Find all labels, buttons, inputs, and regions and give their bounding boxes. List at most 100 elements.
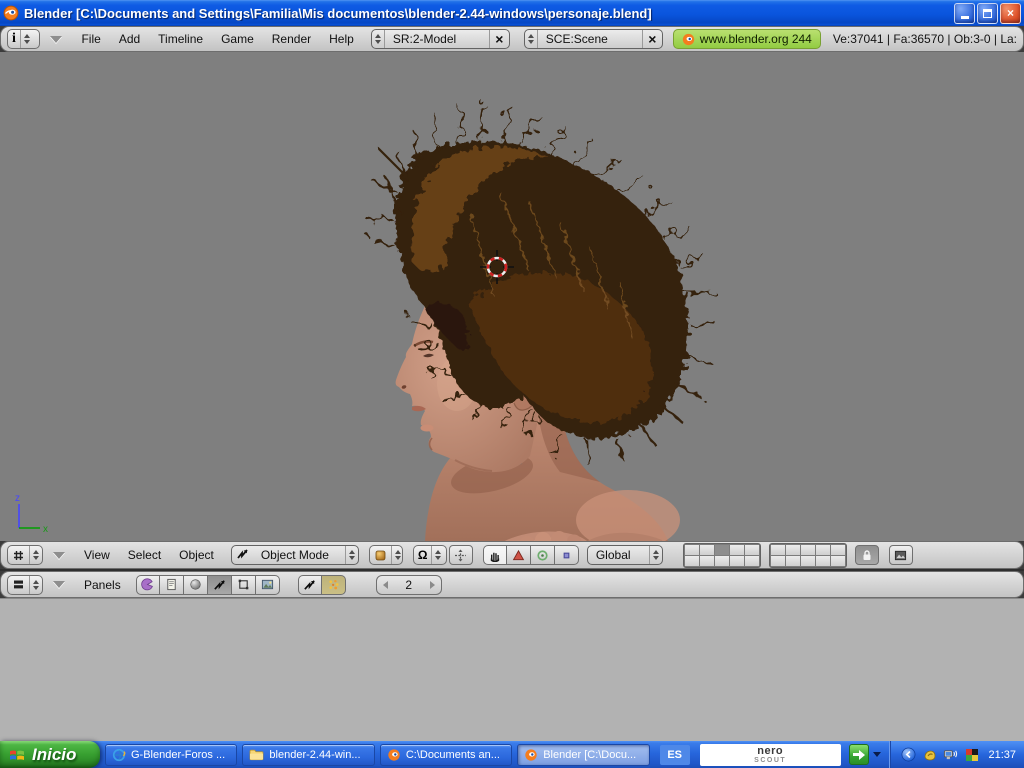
object-context-icon [213, 578, 226, 591]
start-button[interactable]: Inicio [0, 741, 100, 768]
task-button-blender-active[interactable]: Blender [C:\Docu... [517, 744, 649, 766]
tray-icon-network[interactable] [943, 747, 959, 763]
go-button[interactable] [849, 744, 869, 765]
view3d-window-type-button[interactable] [7, 545, 43, 565]
frame-decrement-icon[interactable] [383, 581, 388, 589]
blender-task-icon [524, 748, 538, 762]
language-indicator[interactable]: ES [660, 745, 690, 765]
task-label: C:\Documents an... [406, 749, 500, 761]
script-context-button[interactable] [160, 575, 184, 595]
logic-context-button[interactable] [136, 575, 160, 595]
minimize-button[interactable] [954, 3, 975, 24]
axis-x-label: x [43, 524, 48, 535]
nero-scout-text: SCOUT [754, 757, 786, 764]
shading-context-button[interactable] [184, 575, 208, 595]
internet-explorer-icon [112, 748, 126, 762]
panels-label[interactable]: Panels [75, 578, 130, 592]
task-button-folder[interactable]: blender-2.44-win... [242, 744, 374, 766]
layer-buttons-group-1[interactable] [683, 543, 761, 568]
task-button-explorer-blender[interactable]: C:\Documents an... [380, 744, 512, 766]
blender-menubar: i File Add Timeline Game Render Help SR:… [0, 26, 1024, 52]
menu-timeline[interactable]: Timeline [149, 32, 212, 46]
collapse-menus-icon[interactable] [50, 36, 62, 43]
blender-logo-icon [3, 5, 19, 21]
mode-dropdown[interactable]: Object Mode [231, 545, 359, 565]
task-label: Blender [C:\Docu... [543, 749, 636, 761]
scale-manipulator-button[interactable] [555, 545, 579, 565]
tray-icon-gold[interactable] [922, 747, 938, 763]
blender-version-badge[interactable]: www.blender.org 244 [673, 29, 821, 49]
scene-icon [261, 578, 274, 591]
buttons-collapse-icon[interactable] [53, 581, 65, 588]
orientation-value: Global [588, 548, 649, 562]
scene-stats: Ve:37041 | Fa:36570 | Ob:3-0 | La: [833, 32, 1017, 46]
editing-context-button[interactable] [232, 575, 256, 595]
axis-z-label: z [15, 493, 20, 504]
buttons-window-type-button[interactable] [7, 575, 43, 595]
object-context-button[interactable] [208, 575, 232, 595]
blender-version-text: www.blender.org 244 [700, 32, 812, 46]
menu-game[interactable]: Game [212, 32, 263, 46]
frame-increment-icon[interactable] [430, 581, 435, 589]
menu-object[interactable]: Object [170, 548, 223, 562]
frame-number-field[interactable]: 2 [376, 575, 442, 595]
render-preview-button[interactable] [889, 545, 913, 565]
menu-add[interactable]: Add [110, 32, 149, 46]
scene-delete-icon[interactable]: × [642, 30, 662, 48]
nero-logo-text: nero [757, 746, 783, 757]
taskbar-clock[interactable]: 21:37 [989, 749, 1017, 761]
task-button-ie[interactable]: G-Blender-Foros ... [105, 744, 237, 766]
menu-select[interactable]: Select [119, 548, 170, 562]
translate-manipulator-button[interactable] [507, 545, 531, 565]
menu-view[interactable]: View [75, 548, 119, 562]
particles-icon [327, 578, 340, 591]
start-label: Inicio [32, 745, 76, 765]
mode-dropdown-value: Object Mode [253, 548, 345, 562]
pivot-icon: Ω [414, 546, 432, 564]
blender-task-icon [387, 748, 401, 762]
rotate-icon [536, 549, 549, 562]
object-subcontext-icon [303, 578, 316, 591]
buttons-window-body[interactable] [0, 598, 1024, 741]
translate-icon [512, 549, 525, 562]
view3d-header-band: View Select Object Object Mode Ω [0, 541, 1024, 569]
layer-buttons-group-2[interactable] [769, 543, 847, 568]
restore-button[interactable] [977, 3, 998, 24]
3d-viewport[interactable]: z x [0, 52, 1024, 541]
orientation-dropdown[interactable]: Global [587, 545, 663, 565]
editing-icon [237, 578, 250, 591]
lock-icon [861, 549, 873, 561]
object-mode-icon [232, 547, 253, 563]
active-layer[interactable] [715, 545, 729, 555]
lock-layers-button[interactable] [855, 545, 879, 565]
menu-render[interactable]: Render [263, 32, 320, 46]
tray-icon-color-grid[interactable] [964, 747, 980, 763]
axis-gizmo: z x [15, 493, 48, 535]
screen-delete-icon[interactable]: × [489, 30, 509, 48]
go-options-caret-icon[interactable] [873, 752, 881, 757]
scene-selector[interactable]: SCE:Scene × [524, 29, 663, 49]
particles-subcontext-button[interactable] [322, 575, 346, 595]
folder-icon [249, 748, 264, 761]
system-tray: 21:37 [891, 741, 1024, 768]
window-type-button[interactable]: i [7, 29, 40, 49]
logic-icon [141, 578, 154, 591]
draw-type-icon [370, 546, 391, 564]
draw-type-dropdown[interactable] [369, 545, 403, 565]
close-button[interactable]: × [1000, 3, 1021, 24]
rotate-manipulator-button[interactable] [531, 545, 555, 565]
blender-menubar-band: i File Add Timeline Game Render Help SR:… [0, 26, 1024, 52]
hide-icons-button[interactable] [901, 747, 917, 763]
pivot-dropdown[interactable]: Ω [413, 545, 447, 565]
manipulator-toggle-button[interactable] [483, 545, 507, 565]
move-centers-toggle[interactable] [449, 545, 473, 565]
scene-context-button[interactable] [256, 575, 280, 595]
screen-selector[interactable]: SR:2-Model × [371, 29, 510, 49]
view3d-collapse-icon[interactable] [53, 552, 65, 559]
menu-help[interactable]: Help [320, 32, 363, 46]
buttons-header: Panels [0, 571, 1024, 598]
window-titlebar[interactable]: Blender [C:\Documents and Settings\Famil… [0, 0, 1024, 26]
nero-scout-searchbox[interactable]: nero SCOUT [700, 744, 841, 766]
menu-file[interactable]: File [72, 32, 109, 46]
object-subcontext-button[interactable] [298, 575, 322, 595]
